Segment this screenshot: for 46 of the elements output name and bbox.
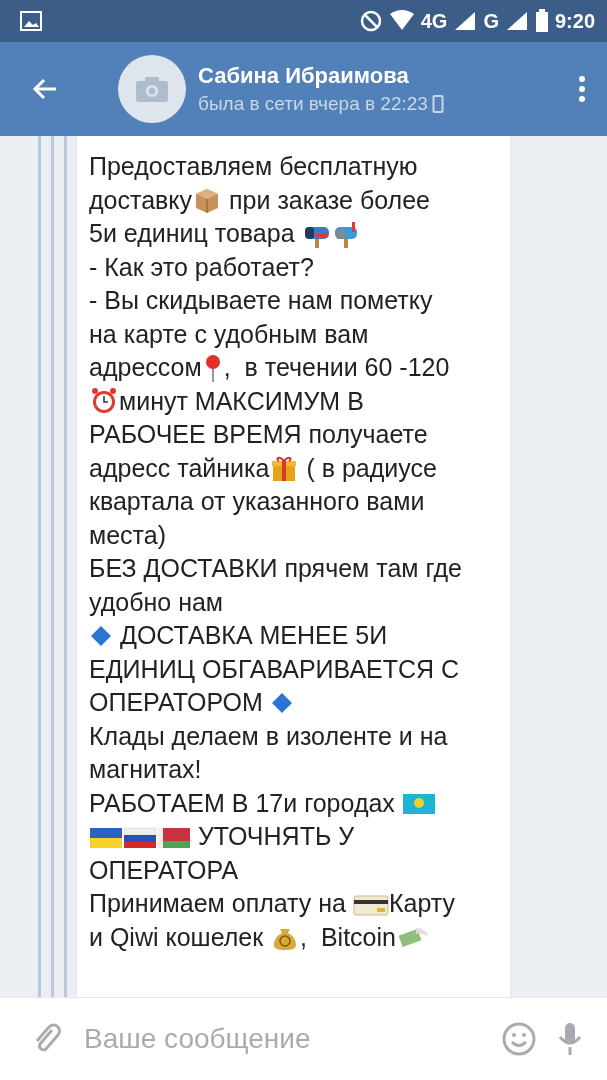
message-text: адресс тайника xyxy=(89,452,270,484)
network-label: G xyxy=(483,9,499,33)
do-not-disturb-icon xyxy=(358,9,383,33)
microphone-icon[interactable] xyxy=(557,1021,583,1057)
network-label: 4G xyxy=(420,9,448,33)
message-text: адрессом xyxy=(89,352,202,383)
message-text: - Как это работает? xyxy=(89,251,314,283)
battery-icon xyxy=(534,9,549,33)
clock-time: 9:20 xyxy=(554,9,595,33)
message-input[interactable]: Ваше сообщение xyxy=(82,1022,481,1056)
message-text: , Bitcoin xyxy=(300,921,396,953)
message-text: места) xyxy=(89,519,166,551)
message-text: на карте с удобным вам xyxy=(89,318,369,350)
contact-name: Сабина Ибраимова xyxy=(198,63,410,89)
message-text: ( в радиусе xyxy=(305,452,437,484)
message-text: Предоставляем бесплатную xyxy=(89,151,418,182)
message-text: минут МАКСИМУМ В xyxy=(119,385,364,417)
message-text: удобно нам xyxy=(89,586,224,618)
message-text: ОПЕРАТОРОМ xyxy=(89,687,264,718)
phone-icon xyxy=(431,94,444,114)
wifi-icon xyxy=(388,10,415,32)
message-text: ЕДИНИЦ ОБГАВАРИВАЕТСЯ С xyxy=(89,653,460,685)
message-composer[interactable]: Ваше сообщение xyxy=(0,997,607,1080)
message-text: ОПЕРАТОРА xyxy=(89,854,239,886)
smiley-icon[interactable] xyxy=(501,1021,537,1057)
message-text: Карту xyxy=(388,888,455,919)
signal-icon xyxy=(453,10,478,32)
message-text: и Qiwi кошелек xyxy=(89,921,265,953)
message-text: РАБОЧЕЕ ВРЕМЯ получаете xyxy=(89,419,428,450)
message-text: УТОЧНЯТЬ У xyxy=(196,821,355,852)
message-text: БЕЗ ДОСТАВКИ прячем там где xyxy=(89,553,462,584)
camera-icon xyxy=(136,76,168,102)
message-text: ДОСТАВКА МЕНЕЕ 5И xyxy=(118,620,388,651)
message-text: магнитах! xyxy=(89,754,202,785)
message-text: - Вы скидываете нам пометку xyxy=(89,285,433,316)
message-text: доставку xyxy=(89,184,193,216)
message-text: , в течении 60 -120 xyxy=(223,352,450,383)
message-text: при заказе более xyxy=(228,184,430,216)
more-menu-icon[interactable] xyxy=(577,74,587,104)
image-icon xyxy=(20,10,42,32)
message-text: РАБОТАЕМ В 17и городах xyxy=(89,787,396,819)
message-text: квартала от указанного вами xyxy=(89,486,425,517)
message-text: Принимаем оплату на xyxy=(89,888,347,919)
message-text: 5и единиц товара xyxy=(89,218,296,249)
last-seen-text: была в сети вчера в 22:23 xyxy=(198,93,428,115)
message-text: Клады делаем в изоленте и на xyxy=(89,720,448,752)
